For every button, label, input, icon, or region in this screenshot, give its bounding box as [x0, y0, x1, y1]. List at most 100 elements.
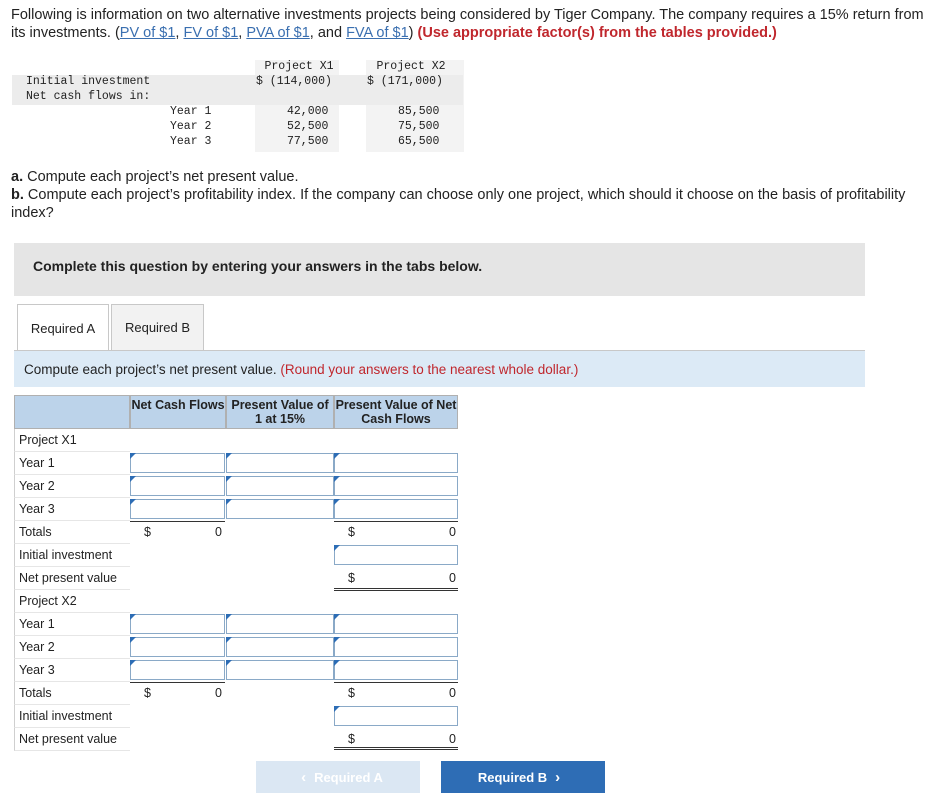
and-text: and [317, 25, 343, 41]
x1-year-3-pv-factor-input[interactable] [226, 499, 334, 519]
data-table-header: Project X1 Project X2 [13, 60, 463, 75]
total-rule [334, 682, 458, 683]
header-net-cash-flows: Net Cash Flows [130, 395, 226, 429]
header-pv-factor: Present Value of 1 at 15% [226, 395, 334, 429]
questions: a. Compute each project’s net present va… [11, 168, 921, 222]
next-required-b-button[interactable]: Required B › [441, 761, 605, 793]
x2-year-1-pv-input[interactable] [334, 614, 458, 634]
row-x1-year-3: Year 3 [14, 498, 130, 521]
dollar-sign: $ [348, 732, 355, 746]
rounding-note: (Round your answers to the nearest whole… [280, 362, 579, 377]
double-rule [334, 747, 458, 750]
initial-investment-label: Initial investment [26, 75, 151, 88]
compute-instruction-bar: Compute each project’s net present value… [14, 351, 865, 387]
question-a-text: Compute each project’s net present value… [23, 169, 299, 185]
pva-table-link[interactable]: PVA of $1 [246, 25, 309, 41]
x2-initial-investment-input[interactable] [334, 706, 458, 726]
question-b-text: Compute each project’s profitability ind… [11, 187, 906, 221]
question-a-prefix: a. [11, 169, 24, 185]
npv-grid: Net Cash Flows Present Value of 1 at 15%… [14, 395, 459, 751]
year-3-x2: 65,500 [398, 135, 440, 148]
x1-totals-ncf: 0 [215, 525, 222, 539]
x1-year-2-pv-input[interactable] [334, 476, 458, 496]
row-project-x1: Project X1 [14, 429, 130, 452]
row-x2-totals: Totals [14, 682, 130, 705]
row-x2-year-3: Year 3 [14, 659, 130, 682]
x1-totals-pv: 0 [449, 525, 456, 539]
total-rule [334, 521, 458, 522]
header-blank [14, 395, 130, 429]
compute-instruction: Compute each project’s net present value… [24, 362, 578, 377]
x1-net-present-value: 0 [449, 571, 456, 585]
year-1-row: Year 1 42,000 85,500 [13, 105, 463, 120]
year-3-row: Year 3 77,500 65,500 [13, 135, 463, 150]
year-1-x2: 85,500 [398, 105, 440, 118]
factor-instruction: (Use appropriate factor(s) from the tabl… [417, 25, 777, 41]
year-label: Year 2 [170, 120, 212, 133]
instruction-text: Complete this question by entering your … [33, 258, 483, 274]
x2-year-3-pv-factor-input[interactable] [226, 660, 334, 680]
project-data-table: Project X1 Project X2 Initial investment… [12, 60, 463, 150]
year-2-row: Year 2 52,500 75,500 [13, 120, 463, 135]
x1-year-1-ncf-input[interactable] [130, 453, 225, 473]
year-label: Year 1 [170, 105, 212, 118]
question-a: a. Compute each project’s net present va… [11, 168, 921, 186]
dollar-sign: $ [144, 525, 151, 539]
x2-year-2-pv-factor-input[interactable] [226, 637, 334, 657]
row-x2-net-present-value: Net present value [14, 728, 130, 751]
row-x2-year-1: Year 1 [14, 613, 130, 636]
total-rule [130, 521, 225, 522]
x2-year-2-pv-input[interactable] [334, 637, 458, 657]
row-x1-totals: Totals [14, 521, 130, 544]
x1-initial-investment-input[interactable] [334, 545, 458, 565]
dollar-sign: $ [348, 525, 355, 539]
x1-year-3-pv-input[interactable] [334, 499, 458, 519]
row-x1-net-present-value: Net present value [14, 567, 130, 590]
fva-table-link[interactable]: FVA of $1 [346, 25, 409, 41]
dollar-sign: $ [348, 686, 355, 700]
x1-year-1-pv-input[interactable] [334, 453, 458, 473]
instruction-box: Complete this question by entering your … [14, 243, 865, 296]
x1-year-3-ncf-input[interactable] [130, 499, 225, 519]
x2-year-1-pv-factor-input[interactable] [226, 614, 334, 634]
row-x1-initial-investment: Initial investment [14, 544, 130, 567]
row-x1-year-1: Year 1 [14, 452, 130, 475]
tab-required-b[interactable]: Required B [111, 304, 204, 351]
next-button-label: Required B [477, 769, 548, 785]
x2-totals-pv: 0 [449, 686, 456, 700]
dollar-sign: $ [144, 686, 151, 700]
header-project-x1: Project X1 [264, 60, 334, 73]
x2-year-3-ncf-input[interactable] [130, 660, 225, 680]
fv-table-link[interactable]: FV of $1 [183, 25, 238, 41]
prev-required-a-button[interactable]: ‹ Required A [256, 761, 420, 793]
header-pv-net-cash-flows: Present Value of Net Cash Flows [334, 395, 458, 429]
header-project-x2: Project X2 [376, 60, 446, 73]
total-rule [130, 682, 225, 683]
question-b-prefix: b. [11, 187, 24, 203]
x1-year-2-ncf-input[interactable] [130, 476, 225, 496]
intro-paragraph: Following is information on two alternat… [11, 7, 924, 41]
chevron-left-icon: ‹ [301, 768, 307, 786]
double-rule [334, 588, 458, 591]
prev-button-label: Required A [314, 769, 383, 785]
compute-text: Compute each project’s net present value… [24, 362, 281, 377]
x1-year-1-pv-factor-input[interactable] [226, 453, 334, 473]
x2-year-2-ncf-input[interactable] [130, 637, 225, 657]
x2-year-3-pv-input[interactable] [334, 660, 458, 680]
initial-investment-x2: $ (171,000) [367, 75, 443, 88]
chevron-right-icon: › [555, 768, 561, 786]
tab-required-a[interactable]: Required A [17, 304, 109, 351]
x1-year-2-pv-factor-input[interactable] [226, 476, 334, 496]
x2-year-1-ncf-input[interactable] [130, 614, 225, 634]
year-2-x1: 52,500 [287, 120, 329, 133]
x2-totals-ncf: 0 [215, 686, 222, 700]
x2-net-present-value: 0 [449, 732, 456, 746]
row-x1-year-2: Year 2 [14, 475, 130, 498]
question-b: b. Compute each project’s profitability … [11, 186, 921, 222]
year-label: Year 3 [170, 135, 212, 148]
row-project-x2: Project X2 [14, 590, 130, 613]
initial-investment-row: Initial investment $ (114,000) $ (171,00… [12, 75, 463, 90]
year-2-x2: 75,500 [398, 120, 440, 133]
row-x2-year-2: Year 2 [14, 636, 130, 659]
pv-table-link[interactable]: PV of $1 [120, 25, 176, 41]
